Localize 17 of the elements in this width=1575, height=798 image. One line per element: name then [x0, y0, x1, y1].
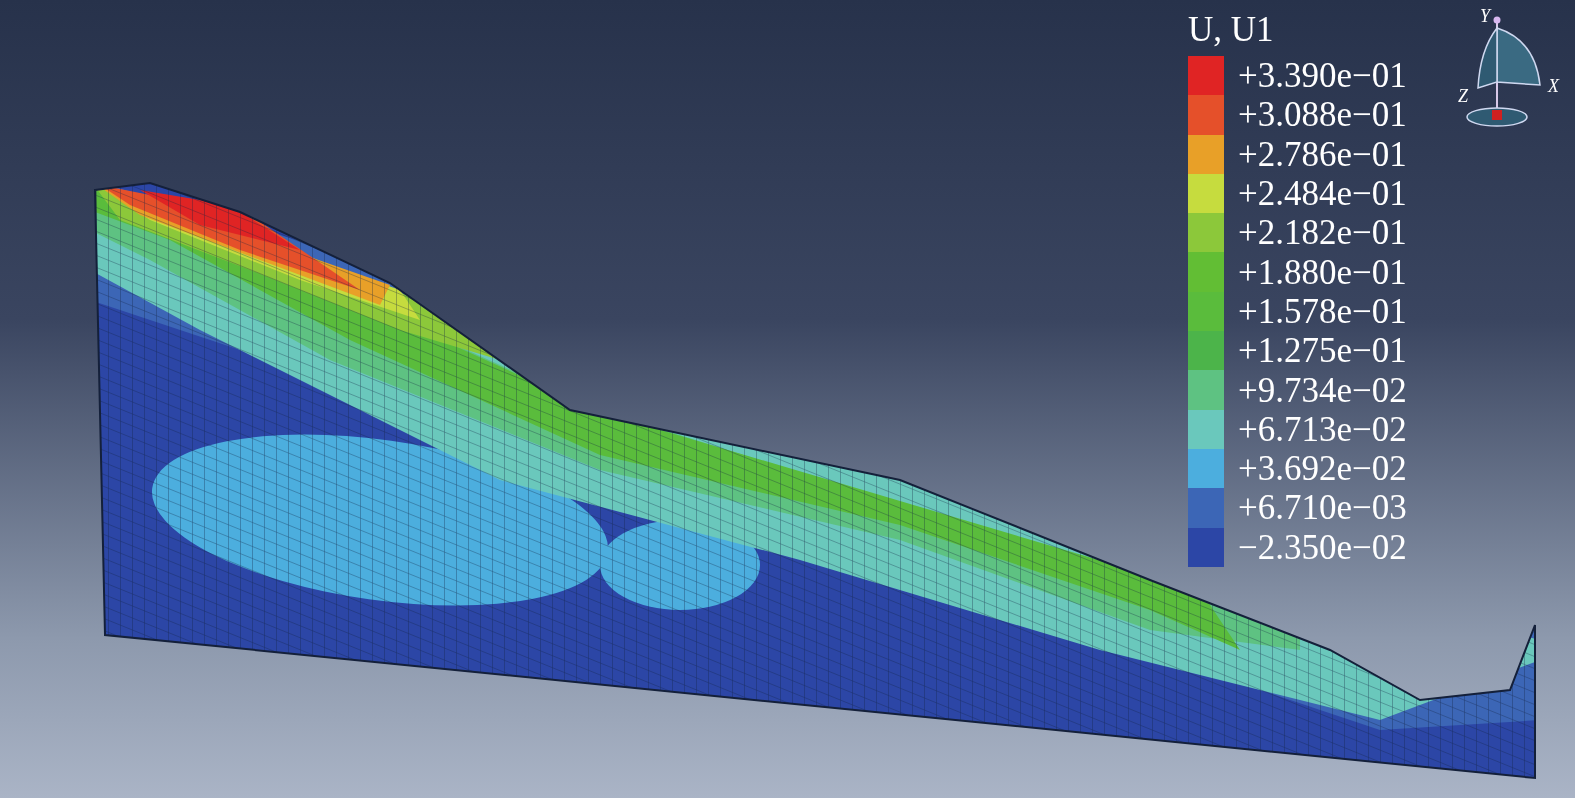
legend-value: +6.710e−03 [1238, 488, 1407, 528]
legend-value: +3.390e−01 [1238, 56, 1407, 96]
legend-value: +3.088e−01 [1238, 95, 1407, 135]
legend-value: +3.692e−02 [1238, 449, 1407, 489]
legend-value: +1.275e−01 [1238, 331, 1407, 371]
legend-value: −2.350e−02 [1238, 527, 1407, 567]
legend-value: +1.578e−01 [1238, 291, 1407, 331]
axis-label: X [1548, 76, 1559, 96]
axis-label: Y [1480, 6, 1490, 26]
legend-value: +1.880e−01 [1238, 252, 1407, 292]
legend-value: +2.786e−01 [1238, 134, 1407, 174]
legend-value: +9.734e−02 [1238, 370, 1407, 410]
axis-label: Z [1458, 86, 1468, 106]
legend-value: +2.182e−01 [1238, 213, 1407, 253]
legend-value: +2.484e−01 [1238, 174, 1407, 214]
legend-value: +6.713e−02 [1238, 409, 1407, 449]
legend-title: U, U1 [1188, 10, 1275, 50]
